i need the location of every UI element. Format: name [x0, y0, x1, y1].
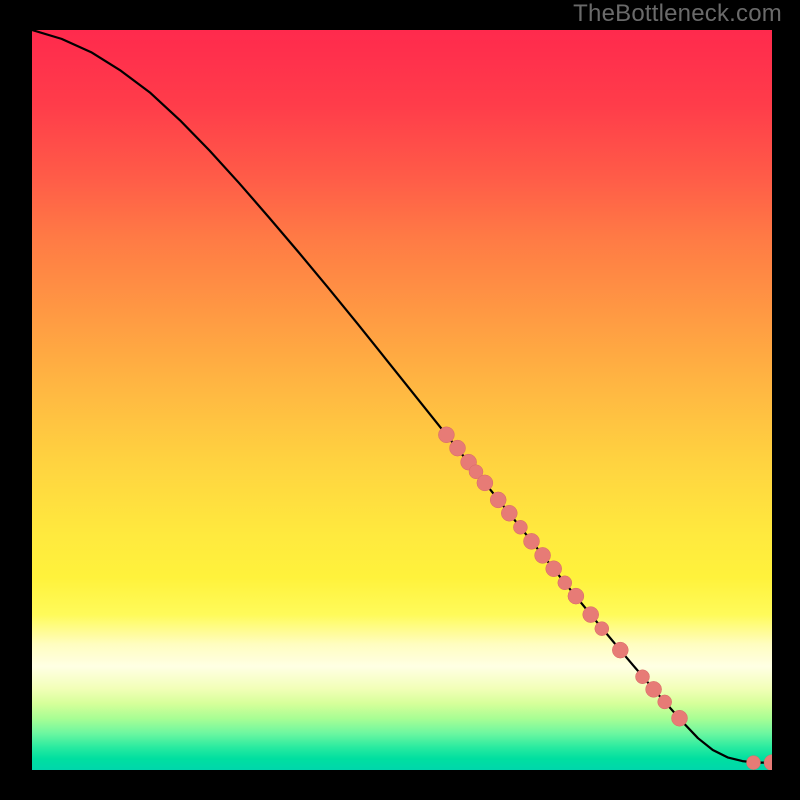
scatter-point [612, 642, 628, 658]
scatter-point [438, 427, 454, 443]
curve-line [32, 30, 772, 763]
chart-frame: TheBottleneck.com [0, 0, 800, 800]
scatter-markers [438, 427, 772, 770]
scatter-point [747, 756, 761, 770]
scatter-point [764, 755, 772, 770]
chart-overlay [32, 30, 772, 770]
scatter-point [595, 622, 609, 636]
scatter-point [513, 520, 527, 534]
scatter-point [450, 440, 466, 456]
scatter-point [501, 505, 517, 521]
scatter-point [477, 475, 493, 491]
scatter-point [658, 695, 672, 709]
scatter-point [636, 670, 650, 684]
scatter-point [535, 547, 551, 563]
scatter-point [490, 492, 506, 508]
scatter-point [583, 607, 599, 623]
scatter-point [558, 576, 572, 590]
plot-area [32, 30, 772, 770]
scatter-point [672, 710, 688, 726]
scatter-point [568, 588, 584, 604]
scatter-point [646, 681, 662, 697]
scatter-point [524, 533, 540, 549]
scatter-point [546, 561, 562, 577]
watermark-text: TheBottleneck.com [573, 0, 782, 28]
